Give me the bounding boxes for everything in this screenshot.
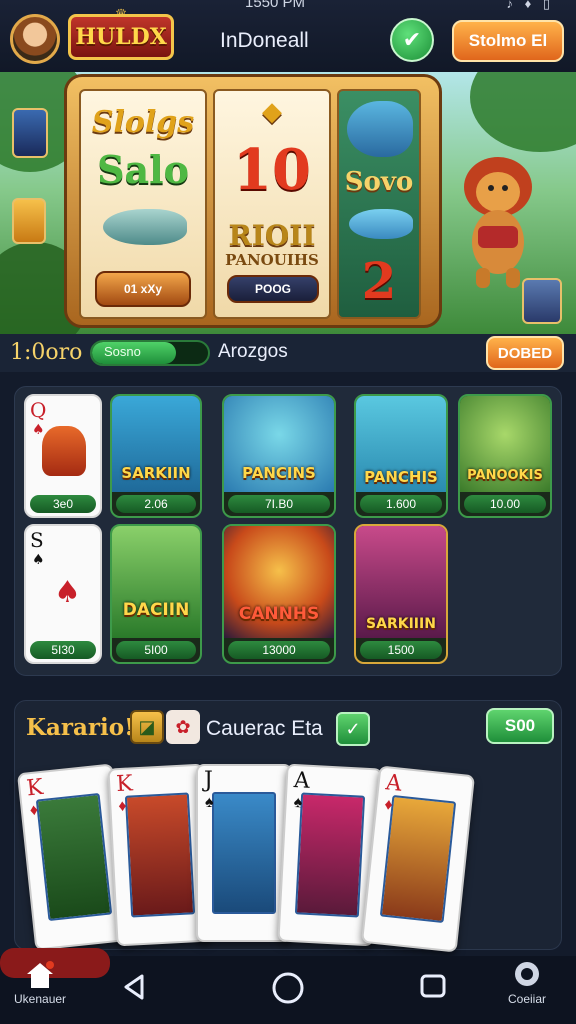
home-circle-icon [272, 972, 304, 1004]
game-price: 3e0 [30, 495, 96, 513]
nav-back[interactable] [120, 972, 150, 1002]
game-tile[interactable]: Q ♠ 3e0 [24, 394, 102, 518]
game-price: 5I30 [30, 641, 96, 659]
game-name: SARKIIN [121, 464, 191, 482]
playing-card[interactable]: A ♦ [360, 765, 476, 953]
app-logo: HULDX [68, 14, 174, 60]
hero-banner[interactable]: Slolgs Salo 01 xXy ◆ 10 RIOII PANOUIHS P… [0, 72, 576, 334]
lion-mascot-icon [464, 157, 532, 288]
section-pill-button[interactable]: S00 [486, 708, 554, 744]
game-tile[interactable]: PANCHIS 1.600 [354, 394, 448, 518]
chat-icon [515, 962, 539, 986]
card-suit-icon: ♦ [29, 801, 39, 820]
card-rank: J [204, 768, 213, 793]
game-tile[interactable]: SARKIIIN 1500 [354, 524, 448, 664]
card-face-art [124, 792, 196, 918]
game-price: 5I00 [116, 641, 196, 659]
game-name: PANCHIS [364, 468, 438, 486]
card-suit-icon: ♦ [117, 797, 128, 816]
avatar[interactable] [10, 14, 60, 64]
fish-icon [349, 209, 413, 239]
slot-reel-3: Sovo 2 [337, 89, 421, 319]
game-price: 1500 [360, 641, 442, 659]
card-rank: K [115, 771, 134, 798]
nav-home-label: Ukenauer [14, 992, 67, 1006]
nav-profile-label: Coeiiar [508, 992, 547, 1006]
stats-action-button[interactable]: DOBED [486, 336, 564, 370]
spade-center-icon: ♠ [54, 575, 81, 610]
card-rank: K [25, 774, 45, 802]
reel-symbol: 2 [361, 251, 397, 310]
reel-symbol: RIOII [228, 219, 316, 252]
checkmark-icon: ✔ [402, 27, 422, 52]
card-face-art [35, 792, 113, 922]
game-price: 10.00 [464, 495, 546, 513]
reel-symbol: Salo [97, 147, 189, 192]
reel-symbol: POOG [227, 275, 319, 303]
status-icons: ♪ ♦ ▯ [506, 0, 554, 11]
slot-reel-2: ◆ 10 RIOII PANOUIHS POOG [213, 89, 331, 319]
game-name: PANCINS [242, 464, 316, 482]
fish-icon [347, 101, 413, 157]
slot-machine-frame[interactable]: Slolgs Salo 01 xXy ◆ 10 RIOII PANOUIHS P… [64, 74, 442, 328]
bonus-icon[interactable]: ◪ [130, 710, 164, 744]
section-title: Karario! [26, 714, 135, 741]
recents-icon [420, 974, 446, 998]
back-triangle-icon [124, 974, 144, 1000]
reel-symbol: Sovo [344, 167, 414, 197]
monkey-figure-icon [42, 426, 86, 476]
wizard-thumbnail[interactable] [12, 108, 48, 158]
game-tile[interactable]: S ♠ ♠ 5I30 [24, 524, 102, 664]
treasure-thumbnail[interactable] [12, 198, 46, 244]
game-tile[interactable]: CANNHS 13000 [222, 524, 336, 664]
nav-home[interactable]: Ukenauer [14, 960, 66, 1006]
nav-recents[interactable] [418, 970, 450, 1002]
game-name: CANNHS [238, 604, 320, 624]
card-suit-icon: ♠ [205, 794, 214, 811]
game-name: PANOOKIS [467, 468, 543, 483]
flower-icon[interactable]: ✿ [166, 710, 200, 744]
stats-label: Arozgos [218, 341, 288, 362]
fish-icon [103, 209, 187, 245]
section-label: Cauerac Eta [206, 717, 323, 740]
card-rank: A [293, 768, 311, 794]
coin-pot-icon: 01 xXy [95, 271, 191, 307]
nav-home-circle[interactable] [270, 970, 306, 1006]
status-time: 1550 PM [245, 0, 306, 11]
coin-balance: 1:0oro [10, 340, 83, 365]
game-price: 1.600 [360, 495, 442, 513]
card-rank: Q [30, 398, 47, 422]
progress-label: Sosno [104, 344, 141, 359]
app-title: InDoneall [220, 29, 309, 52]
game-price: 13000 [228, 641, 330, 659]
game-price: 7I.B0 [228, 495, 330, 513]
lamp-icon: ◆ [262, 97, 282, 127]
palm-leaves-decoration [470, 72, 576, 152]
spade-icon: ♠ [32, 552, 45, 568]
home-icon [27, 961, 55, 988]
card-rank: S [30, 528, 44, 552]
game-tile[interactable]: PANOOKIS 10.00 [458, 394, 552, 518]
check-button[interactable]: ✔ [390, 18, 434, 62]
game-tile[interactable]: SARKIIN 2.06 [110, 394, 202, 518]
card-rank: A [384, 770, 403, 797]
reel-symbol: PANOUIHS [225, 251, 319, 269]
game-price: 2.06 [116, 495, 196, 513]
card-face-art [294, 792, 366, 918]
reel-symbol: 10 [233, 137, 311, 203]
checkmark-icon[interactable]: ✓ [336, 712, 370, 746]
game-name: SARKIIIN [366, 616, 436, 632]
nav-profile[interactable]: Coeiiar [508, 960, 546, 1006]
game-name: DACIIN [122, 600, 190, 620]
game-tile[interactable]: PANCINS 7I.B0 [222, 394, 336, 518]
game-tile[interactable]: DACIIN 5I00 [110, 524, 202, 664]
card-face-art [212, 792, 276, 914]
slot-reel-1: Slolgs Salo 01 xXy [79, 89, 207, 319]
llama-art-icon [112, 526, 200, 638]
store-button[interactable]: Stolmo El [452, 20, 564, 62]
reel-symbol: Slolgs [91, 105, 195, 140]
playing-card[interactable]: J ♠ [196, 764, 292, 942]
card-suit-icon: ♠ [293, 794, 303, 812]
